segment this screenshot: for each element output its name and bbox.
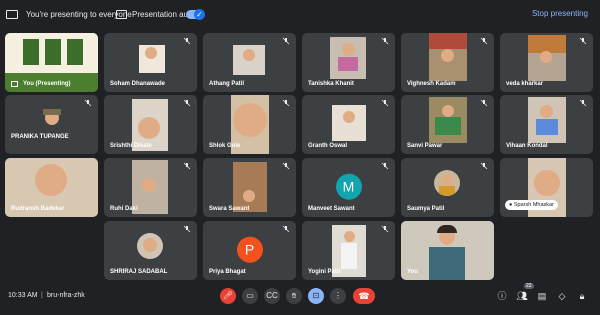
present-icon	[11, 81, 18, 87]
mic-off-icon	[480, 99, 488, 107]
pinned-name-chip: ● Sparsh Mhaskar	[505, 200, 558, 210]
participant-name: Sanvi Pawar	[407, 143, 443, 149]
participant-name: Priya Bhagat	[209, 269, 246, 275]
info-icon[interactable]: ⓘ	[496, 290, 508, 302]
meeting-code: bru-nfra-zhk	[47, 292, 85, 299]
pin-icon: ●	[509, 202, 513, 208]
mic-off-icon	[282, 225, 290, 233]
participant-name: Manveet Sawant	[308, 206, 355, 212]
present-icon[interactable]: ⊡	[308, 288, 324, 304]
participant-tile[interactable]: M Manveet Sawant	[302, 158, 395, 217]
stop-presenting-button[interactable]: Stop presenting	[532, 9, 588, 18]
participant-name: Soham Dhanawade	[110, 81, 166, 87]
current-time: 10:33 AM	[8, 292, 38, 299]
captions-icon[interactable]: CC	[264, 288, 280, 304]
participant-tile[interactable]: SHRIRAJ SADABAL	[104, 221, 197, 280]
mic-off-icon	[183, 225, 191, 233]
end-call-icon: ☎︎	[358, 291, 370, 301]
end-call-button[interactable]: ☎︎	[353, 288, 375, 304]
mic-off-icon	[183, 99, 191, 107]
mic-off-icon	[282, 37, 290, 45]
mic-off-icon	[183, 162, 191, 170]
participant-tile[interactable]: Rudransh Badekar	[5, 158, 98, 217]
participant-tile[interactable]: You (Presenting)	[5, 33, 98, 92]
mic-off-icon[interactable]: 🎤︎	[220, 288, 236, 304]
participant-name: Granth Oswal	[308, 143, 348, 149]
participant-name: Vighnesh Kadam	[407, 81, 456, 87]
participant-name: SHRIRAJ SADABAL	[110, 269, 168, 275]
participant-name: Ruhi Daki	[110, 206, 138, 212]
participant-name: Athang Patil	[209, 81, 245, 87]
present-screen-icon	[6, 10, 18, 19]
mic-off-icon	[381, 225, 389, 233]
participant-tile[interactable]: veda kharkar	[500, 33, 593, 92]
mic-off-icon	[84, 99, 92, 107]
participant-tile[interactable]: Vighnesh Kadam	[401, 33, 494, 92]
participant-tile[interactable]: Shlok Gole	[203, 95, 296, 154]
mic-off-icon	[381, 162, 389, 170]
participant-name: Vihaan Kondal	[506, 143, 548, 149]
mic-off-icon	[282, 162, 290, 170]
audio-icon	[116, 10, 127, 19]
activities-icon[interactable]: ◇	[556, 290, 568, 302]
check-icon: ✓	[194, 9, 205, 20]
participant-name: Tanishka Khanit	[308, 81, 354, 87]
participant-tile[interactable]: Athang Patil	[203, 33, 296, 92]
participant-tile[interactable]: Soham Dhanawade	[104, 33, 197, 92]
participant-tile[interactable]: Ruhi Daki	[104, 158, 197, 217]
mic-off-icon	[579, 37, 587, 45]
participant-name: Shlok Gole	[209, 143, 241, 149]
participant-name: Yogini Patil	[308, 269, 341, 275]
chat-icon[interactable]: ▤	[536, 290, 548, 302]
presentation-audio-toggle[interactable]: ✓	[186, 9, 205, 20]
participant-name: Saumya Patil	[407, 206, 445, 212]
participant-name: You	[407, 269, 418, 275]
divider: |	[41, 292, 43, 299]
host-controls-icon[interactable]: 🔒︎	[576, 290, 588, 302]
participant-tile[interactable]: Vihaan Kondal	[500, 95, 593, 154]
participant-tile[interactable]: Granth Oswal	[302, 95, 395, 154]
meeting-controls-bar: 10:33 AM | bru-nfra-zhk 🎤︎ ▭ CC ✋︎ ⊡ ⋮ ☎…	[0, 282, 600, 310]
participant-tile[interactable]: ● Sparsh Mhaskar	[500, 158, 593, 217]
mic-off-icon	[381, 99, 389, 107]
participant-tile[interactable]: Tanishka Khanit	[302, 33, 395, 92]
avatar: P	[236, 236, 263, 263]
participant-name: PRANIKA TUPANGE	[11, 134, 69, 140]
participant-tile[interactable]: Srishthi Disale	[104, 95, 197, 154]
participant-name: Swara Sawant	[209, 206, 250, 212]
mic-off-icon	[381, 37, 389, 45]
presentation-bar: You're presenting to everyone Presentati…	[0, 0, 600, 28]
participants-count: 22	[524, 283, 534, 289]
mic-off-icon	[480, 162, 488, 170]
people-icon[interactable]: 👥︎	[516, 290, 528, 302]
participant-tile[interactable]: Saumya Patil	[401, 158, 494, 217]
mic-off-icon	[579, 99, 587, 107]
participant-tile[interactable]: PRANIKA TUPANGE	[5, 95, 98, 154]
participant-name: Sparsh Mhaskar	[513, 202, 554, 208]
participant-tile[interactable]: P Priya Bhagat	[203, 221, 296, 280]
participant-name: Rudransh Badekar	[11, 206, 65, 212]
self-view-tile[interactable]: You	[401, 221, 494, 280]
participant-tile[interactable]: Sanvi Pawar	[401, 95, 494, 154]
participant-tile[interactable]: Yogini Patil	[302, 221, 395, 280]
mic-off-icon	[282, 99, 290, 107]
participant-name: Srishthi Disale	[110, 143, 152, 149]
participant-tile[interactable]: Swara Sawant	[203, 158, 296, 217]
camera-icon[interactable]: ▭	[242, 288, 258, 304]
participant-name: veda kharkar	[506, 81, 544, 87]
mic-off-icon	[480, 37, 488, 45]
mic-off-icon	[183, 37, 191, 45]
participant-name: You (Presenting)	[23, 81, 71, 87]
avatar: M	[335, 173, 362, 200]
more-icon[interactable]: ⋮	[330, 288, 346, 304]
raise-hand-icon[interactable]: ✋︎	[286, 288, 302, 304]
